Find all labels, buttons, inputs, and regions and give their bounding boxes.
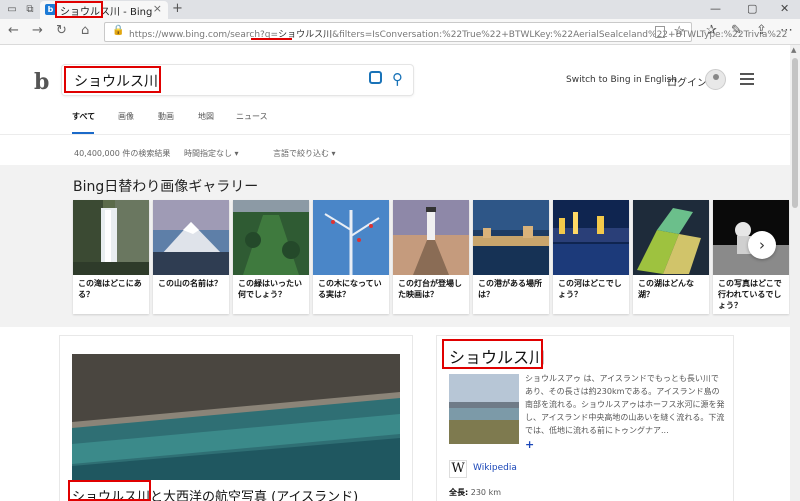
card-caption: この河はどこでしょう？ xyxy=(558,279,622,299)
tab-images[interactable]: 画像 xyxy=(118,111,134,122)
tab-news[interactable]: ニュース xyxy=(236,111,268,122)
visual-search-icon[interactable] xyxy=(369,71,382,84)
address-bar-row: ← → ↻ ⌂ 🔒 https://www.bing.com/search?q=… xyxy=(0,19,800,45)
more-icon[interactable]: ⋯ xyxy=(780,23,793,38)
aerial-photo-image xyxy=(72,354,400,480)
gallery-card[interactable]: この滝はどこにある？ xyxy=(73,200,149,314)
notes-pen-icon[interactable]: ✎ xyxy=(731,23,742,38)
wikipedia-icon[interactable]: W xyxy=(449,460,467,478)
favorites-icon[interactable]: ✰ xyxy=(706,23,717,38)
harbor-image xyxy=(473,200,549,275)
wikipedia-link[interactable]: Wikipedia xyxy=(473,463,517,473)
card-caption: この滝はどこにある？ xyxy=(78,279,142,299)
reading-view-icon[interactable] xyxy=(655,26,665,38)
refresh-icon[interactable]: ↻ xyxy=(56,24,67,38)
gallery-title: Bing日替わり画像ギャラリー xyxy=(73,179,259,195)
close-tab-icon[interactable]: × xyxy=(153,2,162,15)
image-gallery: Bing日替わり画像ギャラリー この滝はどこにある？ この山の名前は？ この緑は… xyxy=(0,165,790,327)
search-icon[interactable]: ⚲ xyxy=(392,70,403,88)
menu-icon[interactable] xyxy=(740,73,754,85)
maximize-icon[interactable]: ▢ xyxy=(747,2,757,15)
kp-expand-icon[interactable]: + xyxy=(525,438,534,451)
time-filter[interactable]: 時間指定なし ▾ xyxy=(184,148,239,159)
image-result-card[interactable]: ショウルス川と大西洋の航空写真 (アイスランド) xyxy=(60,336,412,501)
mountain-image xyxy=(153,200,229,275)
lock-icon: 🔒 xyxy=(112,25,125,36)
browser-tab-bar: ▭ ⧉ b ショウルス川 - Bing × + — ▢ ✕ xyxy=(0,0,800,19)
annotation-box-kp-title xyxy=(442,339,543,369)
switch-language-link[interactable]: Switch to Bing in English xyxy=(566,75,677,85)
tab-videos[interactable]: 動画 xyxy=(158,111,174,122)
divider xyxy=(0,134,790,135)
minimize-icon[interactable]: — xyxy=(710,2,721,15)
card-caption: この山の名前は？ xyxy=(158,279,222,288)
gallery-card[interactable]: この木になっている実は？ xyxy=(313,200,389,314)
card-caption: この港がある場所は？ xyxy=(478,279,542,299)
tab-list-icon[interactable]: ⧉ xyxy=(22,2,38,17)
gallery-next-button[interactable]: › xyxy=(748,231,776,259)
annotation-box-result-title xyxy=(68,480,151,501)
kp-river-image[interactable] xyxy=(449,374,519,444)
scope-tabs: すべて 画像 動画 地図 ニュース xyxy=(0,108,790,134)
scroll-thumb[interactable] xyxy=(792,58,798,208)
favorite-star-icon[interactable]: ☆ xyxy=(673,24,685,39)
share-icon[interactable]: ⇪ xyxy=(756,23,767,38)
language-filter[interactable]: 言語で絞り込む ▾ xyxy=(273,148,336,159)
url-field[interactable]: 🔒 https://www.bing.com/search?q=ショウルス川&f… xyxy=(104,22,787,42)
lighthouse-image xyxy=(393,200,469,275)
back-icon[interactable]: ← xyxy=(8,24,19,38)
bing-logo-icon[interactable]: b xyxy=(34,69,49,95)
gallery-card[interactable]: この灯台が登場した映画は？ xyxy=(393,200,469,314)
kp-description: ショウルスアゥ は、アイスランドでもっとも長い川であり、その長さは約230kmで… xyxy=(525,374,725,435)
gallery-card[interactable]: この写真はどこで行われているでしょう？ xyxy=(713,200,789,314)
gallery-card[interactable]: この河はどこでしょう？ xyxy=(553,200,629,314)
frozen-tree-image xyxy=(313,200,389,275)
card-caption: この灯台が登場した映画は？ xyxy=(398,279,462,299)
avatar-icon[interactable] xyxy=(705,69,726,90)
gallery-card[interactable]: この湖はどんな湖？ xyxy=(633,200,709,314)
tab-maps[interactable]: 地図 xyxy=(198,111,214,122)
card-caption: この木になっている実は？ xyxy=(318,279,382,299)
card-caption: この湖はどんな湖？ xyxy=(638,279,694,299)
card-caption: この緑はいったい何でしょう？ xyxy=(238,279,302,299)
kp-fact-length: 全長: 230 km xyxy=(449,487,501,498)
tab-all[interactable]: すべて xyxy=(72,111,95,122)
close-window-icon[interactable]: ✕ xyxy=(780,2,789,15)
new-tab-icon[interactable]: + xyxy=(172,1,183,16)
url-suffix: &filters=IsConversation:%22True%22+BTWLK… xyxy=(332,30,788,40)
gallery-card[interactable]: この港がある場所は？ xyxy=(473,200,549,314)
green-park-image xyxy=(233,200,309,275)
tab-actions-icon[interactable]: ▭ xyxy=(4,2,20,17)
annotation-underline-url xyxy=(251,38,292,40)
annotation-box-tab-title xyxy=(55,1,103,18)
scroll-up-icon[interactable]: ▲ xyxy=(791,46,796,54)
gallery-card[interactable]: この緑はいったい何でしょう？ xyxy=(233,200,309,314)
card-caption: この写真はどこで行われているでしょう？ xyxy=(718,279,782,310)
gallery-card[interactable]: この山の名前は？ xyxy=(153,200,229,314)
filter-row: 40,400,000 件の検索結果 時間指定なし ▾ 言語で絞り込む ▾ xyxy=(0,146,790,162)
kp-fact-label: 全長: xyxy=(449,488,469,497)
result-count: 40,400,000 件の検索結果 xyxy=(74,149,171,158)
waterfall-image xyxy=(73,200,149,275)
annotation-box-search xyxy=(64,66,161,93)
page-scrollbar[interactable]: ▲ xyxy=(790,45,800,501)
home-icon[interactable]: ⌂ xyxy=(81,24,89,38)
forward-icon[interactable]: → xyxy=(32,24,43,38)
url-text: https://www.bing.com/search?q=ショウルス川&fil… xyxy=(129,27,787,40)
kp-fact-value: 230 km xyxy=(470,488,501,497)
login-link[interactable]: ログイン xyxy=(667,74,707,89)
city-river-image xyxy=(553,200,629,275)
colored-lake-image xyxy=(633,200,709,275)
